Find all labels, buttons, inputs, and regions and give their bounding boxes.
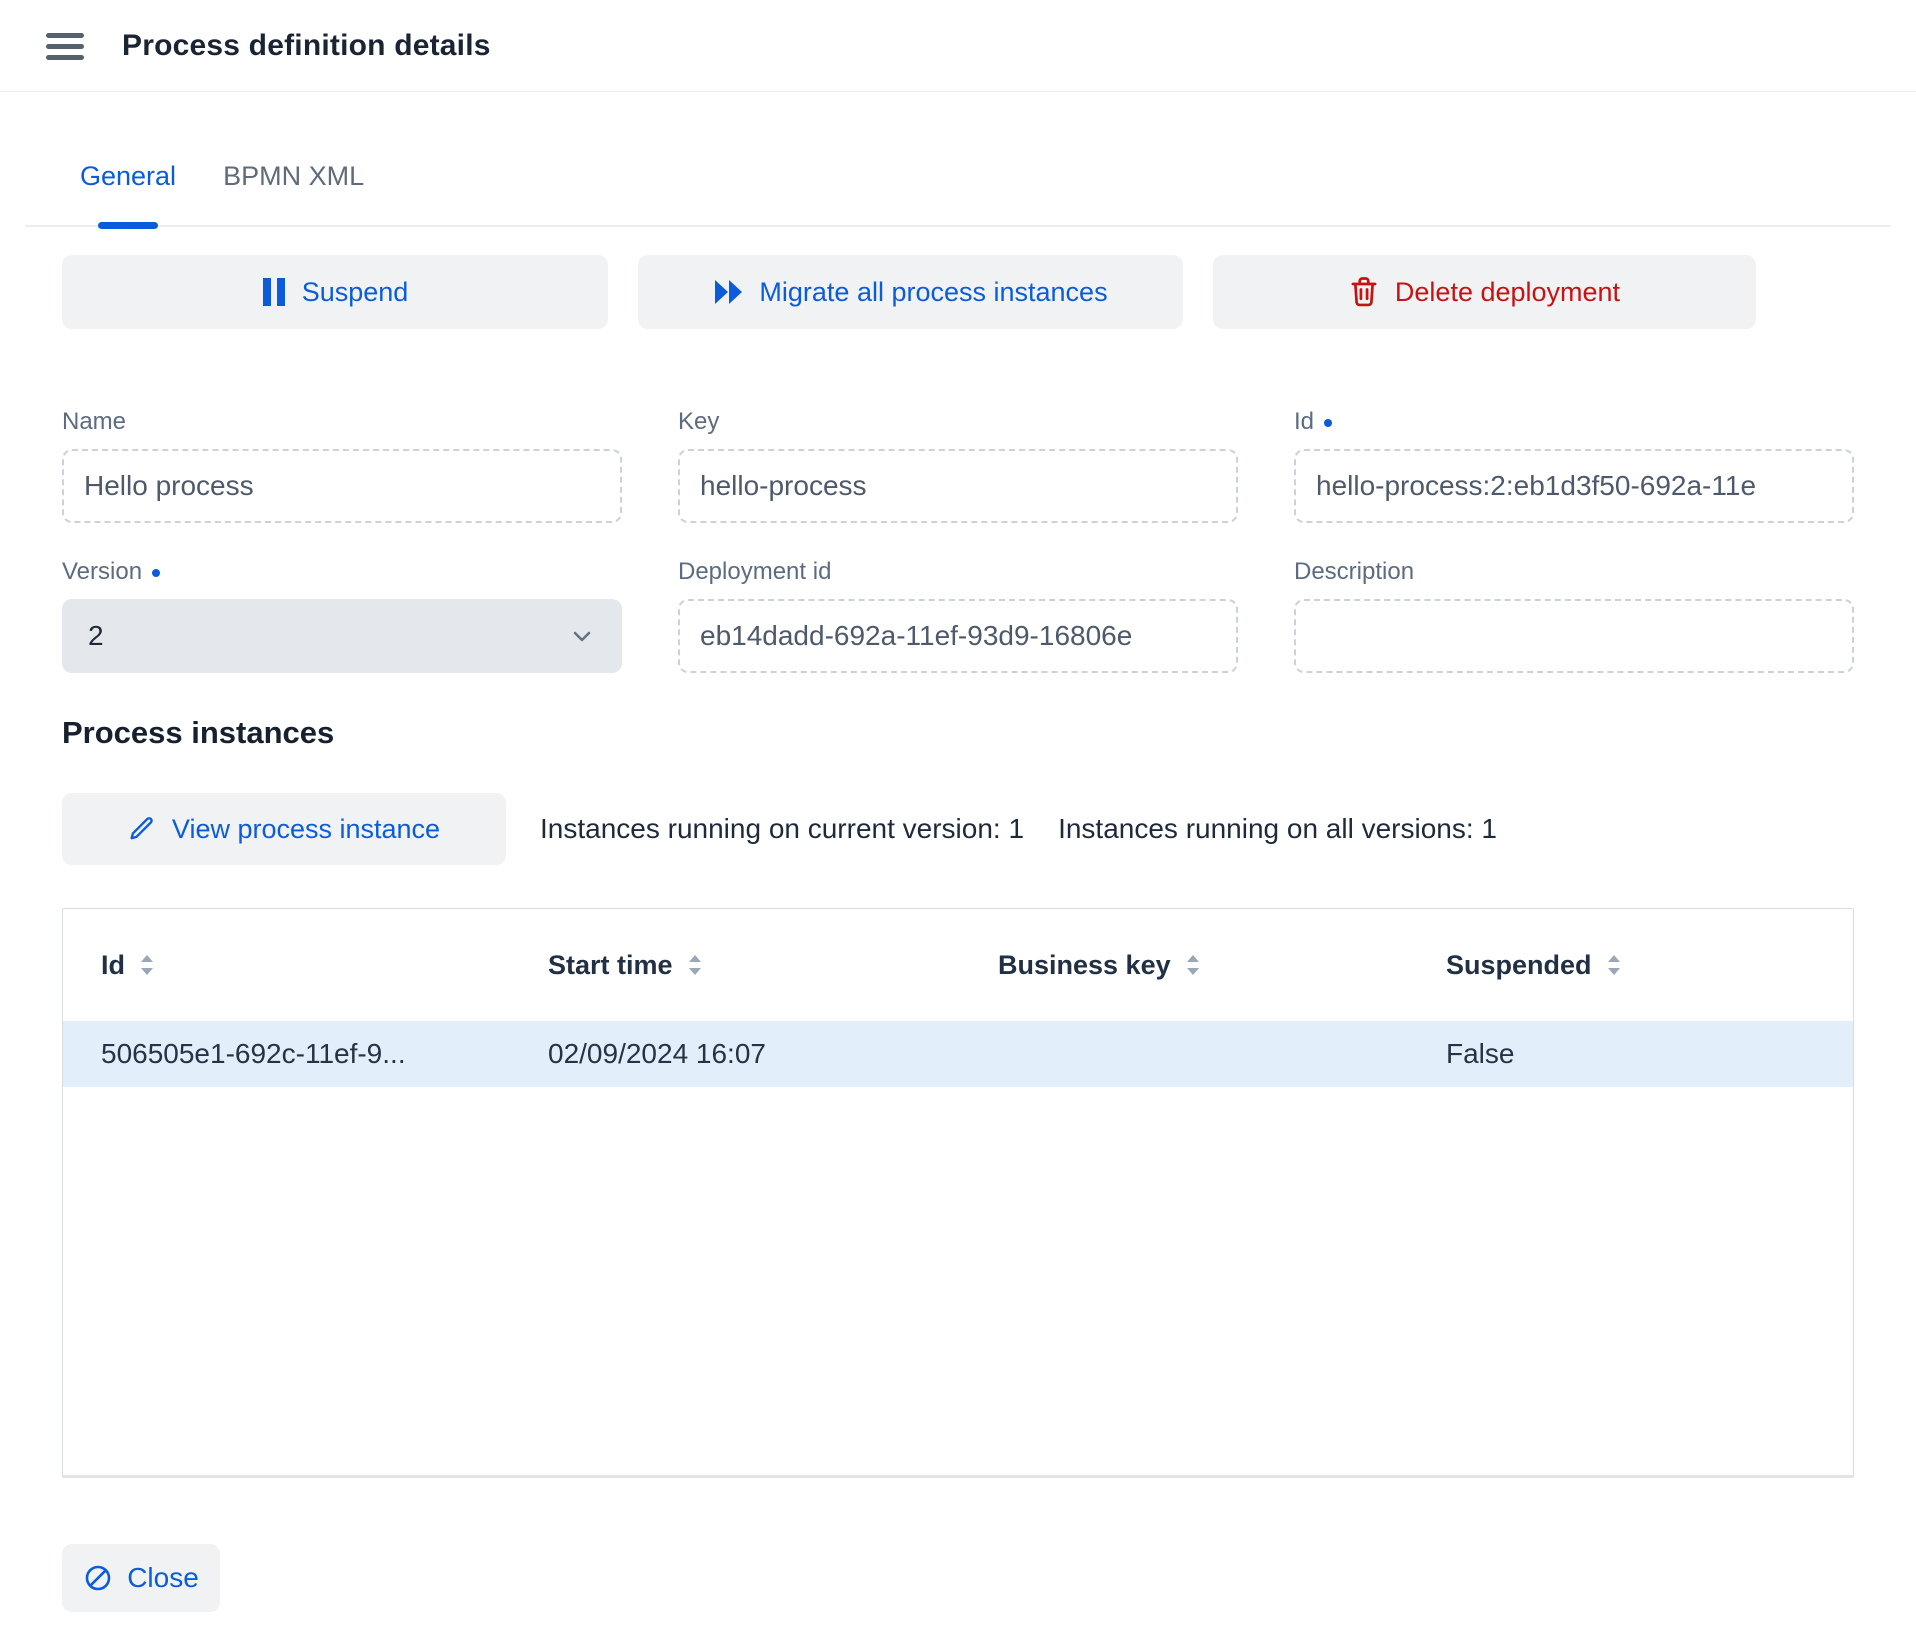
- id-field[interactable]: [1294, 449, 1854, 523]
- key-label: Key: [678, 407, 1238, 437]
- deployment-id-label: Deployment id: [678, 557, 1238, 587]
- id-label: Id: [1294, 407, 1854, 437]
- process-definition-details-page: Process definition details General BPMN …: [0, 0, 1916, 1612]
- close-button[interactable]: Close: [62, 1544, 220, 1612]
- table-header-row: Id Start time Business k: [63, 909, 1853, 1021]
- cell-id: 506505e1-692c-11ef-9...: [63, 1038, 510, 1070]
- menu-button[interactable]: [46, 32, 84, 60]
- view-process-instance-label: View process instance: [172, 814, 440, 845]
- active-tab-indicator: [98, 222, 158, 229]
- description-label: Description: [1294, 557, 1854, 587]
- column-header-id[interactable]: Id: [63, 950, 510, 981]
- version-field-group: Version 2: [62, 557, 622, 673]
- version-select[interactable]: 2: [62, 599, 622, 673]
- tab-bpmn-xml[interactable]: BPMN XML: [223, 160, 364, 225]
- pencil-icon: [128, 815, 156, 843]
- slash-circle-icon: [83, 1563, 113, 1593]
- column-header-suspended[interactable]: Suspended: [1408, 950, 1853, 981]
- key-field[interactable]: [678, 449, 1238, 523]
- cell-suspended: False: [1408, 1038, 1853, 1070]
- sort-icon: [1185, 953, 1201, 977]
- process-instances-table: Id Start time Business k: [62, 908, 1854, 1478]
- definition-fields: Name Key Id Version 2: [62, 407, 1854, 673]
- top-bar: Process definition details: [0, 0, 1916, 92]
- tab-general[interactable]: General: [80, 160, 176, 225]
- deployment-id-field[interactable]: [678, 599, 1238, 673]
- description-field[interactable]: [1294, 599, 1854, 673]
- page-title: Process definition details: [122, 29, 491, 63]
- required-indicator: [152, 569, 160, 577]
- suspend-button-label: Suspend: [302, 277, 409, 308]
- delete-deployment-button-label: Delete deployment: [1395, 277, 1620, 308]
- suspend-button[interactable]: Suspend: [62, 255, 608, 329]
- sort-icon: [687, 953, 703, 977]
- sort-icon: [1606, 953, 1622, 977]
- tab-bpmn-xml-label: BPMN XML: [223, 161, 364, 191]
- name-field[interactable]: [62, 449, 622, 523]
- chevron-down-icon: [568, 622, 596, 650]
- hamburger-icon: [46, 32, 84, 60]
- action-button-row: Suspend Migrate all process instances: [62, 255, 1916, 329]
- description-field-group: Description: [1294, 557, 1854, 673]
- deployment-id-field-group: Deployment id: [678, 557, 1238, 673]
- version-select-value: 2: [88, 620, 104, 652]
- instances-all-versions-count: Instances running on all versions: 1: [1058, 813, 1497, 845]
- name-label: Name: [62, 407, 622, 437]
- instances-current-version-count: Instances running on current version: 1: [540, 813, 1024, 845]
- tab-general-label: General: [80, 161, 176, 191]
- migrate-all-button[interactable]: Migrate all process instances: [638, 255, 1183, 329]
- trash-icon: [1349, 276, 1379, 308]
- name-field-group: Name: [62, 407, 622, 523]
- pause-icon: [262, 277, 286, 307]
- migrate-all-button-label: Migrate all process instances: [759, 277, 1107, 308]
- sort-icon: [139, 953, 155, 977]
- process-instances-toolbar: View process instance Instances running …: [62, 793, 1916, 865]
- cell-start-time: 02/09/2024 16:07: [510, 1038, 960, 1070]
- view-process-instance-button[interactable]: View process instance: [62, 793, 506, 865]
- close-button-label: Close: [127, 1562, 199, 1594]
- fast-forward-icon: [713, 278, 743, 306]
- required-indicator: [1324, 419, 1332, 427]
- process-instances-heading: Process instances: [62, 715, 1916, 751]
- table-row[interactable]: 506505e1-692c-11ef-9... 02/09/2024 16:07…: [63, 1021, 1853, 1087]
- version-label: Version: [62, 557, 622, 587]
- delete-deployment-button[interactable]: Delete deployment: [1213, 255, 1756, 329]
- key-field-group: Key: [678, 407, 1238, 523]
- column-header-start-time[interactable]: Start time: [510, 950, 960, 981]
- id-field-group: Id: [1294, 407, 1854, 523]
- tab-bar: General BPMN XML: [25, 92, 1891, 227]
- column-header-business-key[interactable]: Business key: [960, 950, 1408, 981]
